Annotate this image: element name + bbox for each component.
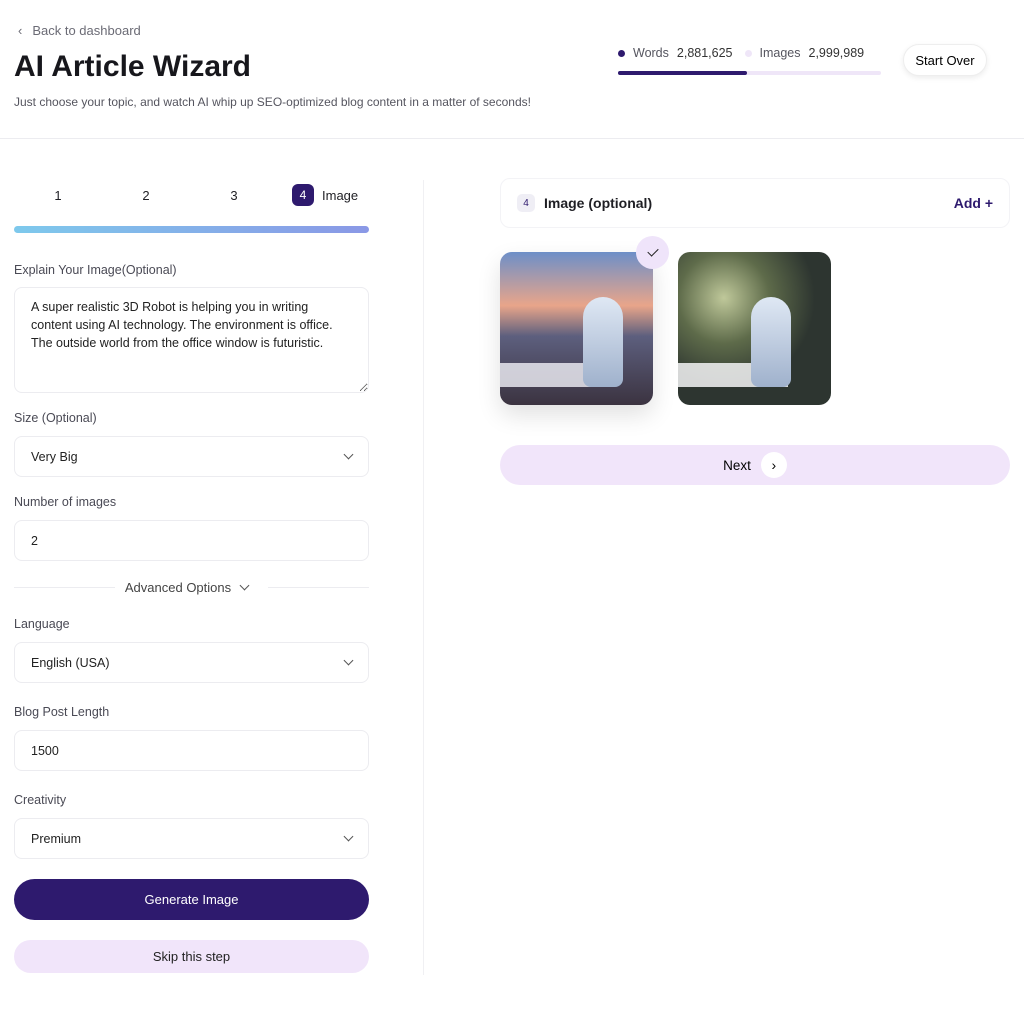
creativity-label: Creativity (14, 793, 67, 807)
chevron-down-icon (239, 580, 250, 591)
page-title: AI Article Wizard (14, 50, 251, 83)
words-progress-bar (618, 71, 881, 75)
image-step-header: 4 Image (optional) Add + (500, 178, 1010, 228)
start-over-button[interactable]: Start Over (903, 44, 987, 76)
wizard-steps: 1 2 3 4 Image (14, 184, 369, 206)
column-divider (423, 180, 424, 975)
language-label: Language (14, 617, 70, 631)
generated-image-1[interactable] (500, 252, 653, 405)
explain-image-textarea[interactable] (14, 287, 369, 393)
chevron-down-icon (343, 449, 354, 460)
count-label: Number of images (14, 495, 117, 509)
number-of-images-input[interactable]: 2 (14, 520, 369, 561)
selected-check-icon (636, 236, 669, 269)
chevron-right-icon: › (760, 452, 787, 478)
creativity-select[interactable]: Premium (14, 818, 369, 859)
usage-stats: Words 2,881,625 Images 2,999,989 (618, 46, 882, 60)
step-2[interactable]: 2 (102, 188, 190, 203)
next-button[interactable]: Next › (500, 445, 1010, 485)
page-subtitle: Just choose your topic, and watch AI whi… (14, 95, 531, 109)
size-label: Size (Optional) (14, 411, 97, 425)
words-dot-icon (618, 49, 625, 57)
skip-step-button[interactable]: Skip this step (14, 940, 369, 973)
step-3[interactable]: 3 (190, 188, 278, 203)
image-step-title: Image (optional) (544, 195, 653, 211)
images-dot-icon (744, 49, 752, 57)
words-progress-fill (618, 71, 747, 75)
blog-post-length-input[interactable]: 1500 (14, 730, 369, 771)
size-select[interactable]: Very Big (14, 436, 369, 477)
chevron-left-icon: ‹ (18, 23, 23, 38)
generated-image-2[interactable] (678, 252, 831, 405)
step-4-label: Image (322, 187, 359, 203)
step-progress-bar (14, 226, 369, 233)
chevron-down-icon (343, 655, 354, 666)
back-to-dashboard-link[interactable]: ‹ Back to dashboard (18, 23, 141, 38)
header-divider (0, 138, 1024, 139)
add-image-button[interactable]: Add + (954, 195, 993, 211)
language-select[interactable]: English (USA) (14, 642, 369, 683)
step-1[interactable]: 1 (14, 188, 102, 203)
generate-image-button[interactable]: Generate Image (14, 879, 369, 920)
length-label: Blog Post Length (14, 705, 110, 719)
step-badge: 4 (517, 194, 535, 212)
explain-label: Explain Your Image(Optional) (14, 263, 177, 277)
advanced-options-toggle[interactable]: Advanced Options (14, 580, 370, 595)
step-4-badge[interactable]: 4 (292, 184, 314, 206)
chevron-down-icon (343, 831, 354, 842)
